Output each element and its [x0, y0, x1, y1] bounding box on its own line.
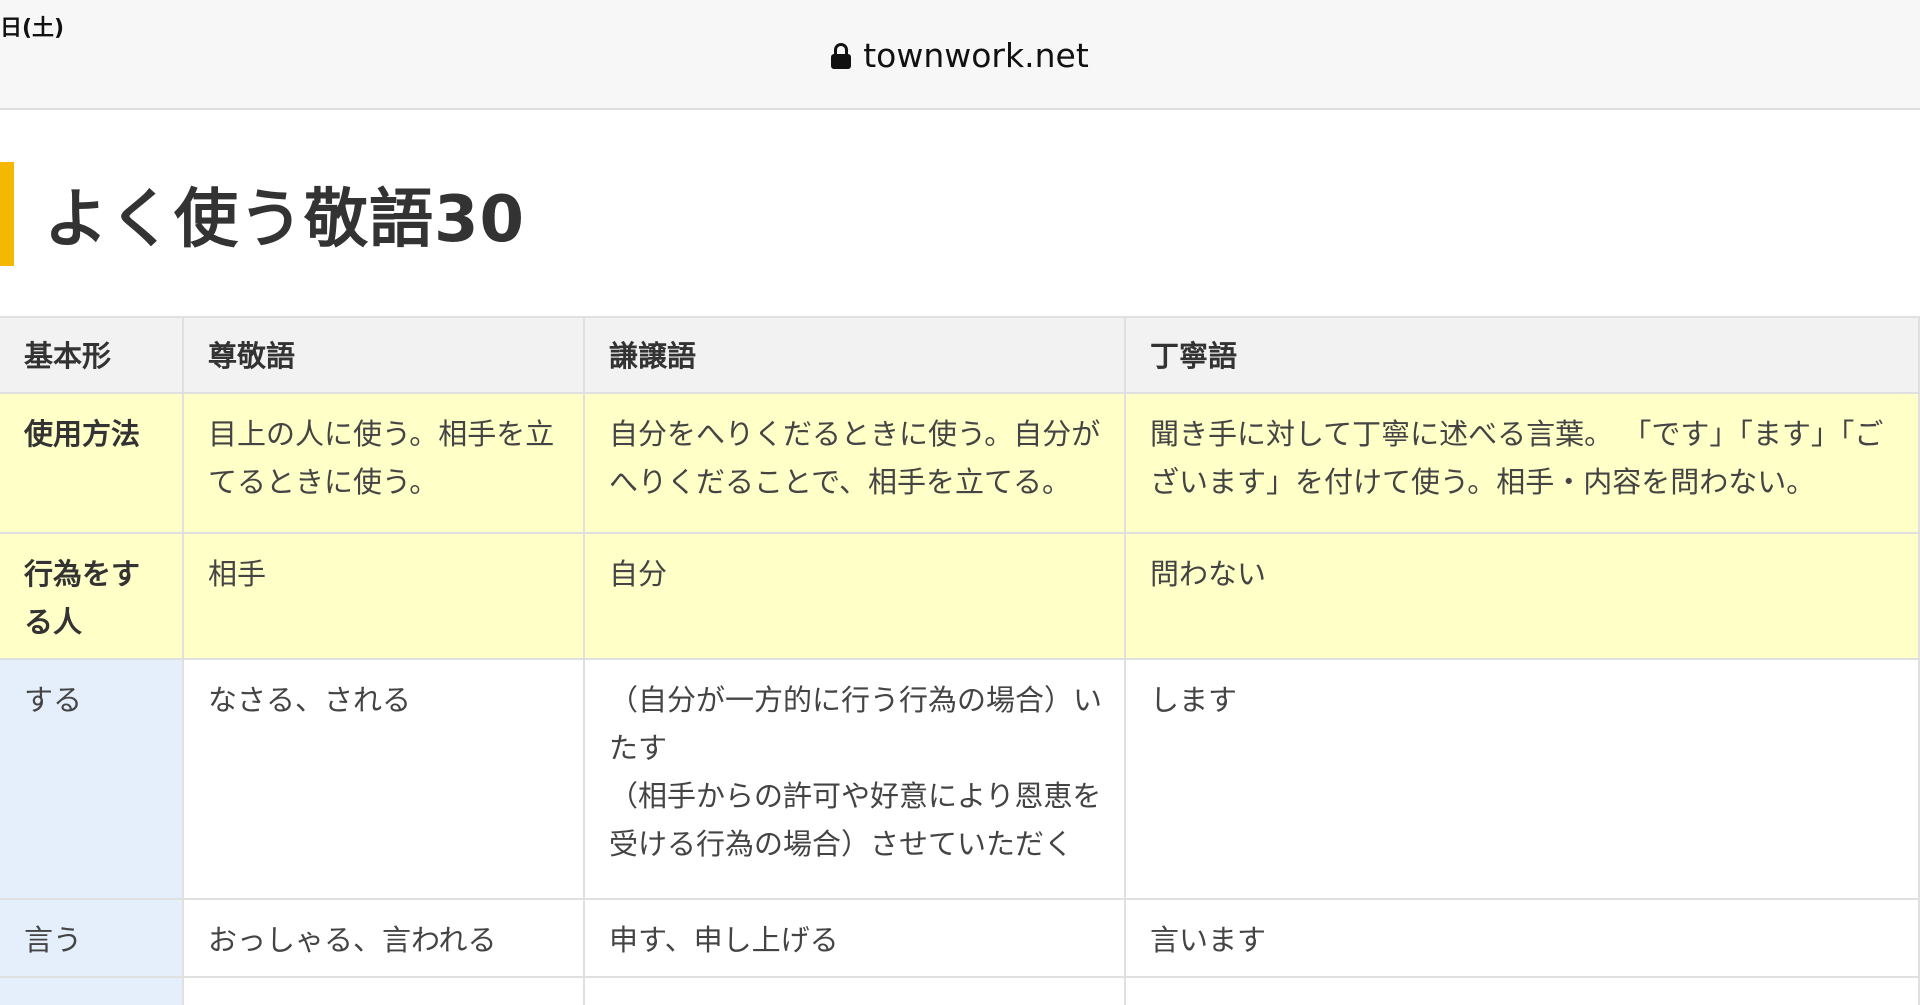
page: 日(土) townwork.net よく使う敬語30 基本形 尊敬語 謙譲語 丁… — [0, 0, 1920, 1005]
table-row: 使用方法 目上の人に使う。相手を立てるときに使う。 自分をへりくだるときに使う。… — [0, 392, 1920, 534]
kenjougo-cell — [583, 976, 1126, 1005]
table-row: する なさる、される （自分が一方的に行う行為の場合）いたす （相手からの許可や… — [0, 658, 1920, 900]
sonkeigo-cell: おっしゃる、言われる — [182, 898, 585, 978]
sonkeigo-cell: 相手 — [182, 532, 585, 660]
header-cell-teineigo: 丁寧語 — [1124, 316, 1920, 394]
page-title: よく使う敬語30 — [44, 183, 526, 257]
keigo-table: 基本形 尊敬語 謙譲語 丁寧語 使用方法 目上の人に使う。相手を立てるときに使う… — [0, 316, 1920, 1005]
header-cell-sonkeigo: 尊敬語 — [182, 316, 585, 394]
address-bar[interactable]: townwork.net — [0, 36, 1920, 75]
teineigo-cell: 言います — [1124, 898, 1920, 978]
sonkeigo-cell: なさる、される — [182, 658, 585, 900]
table-row: 言う おっしゃる、言われる 申す、申し上げる 言います — [0, 898, 1920, 978]
address-domain[interactable]: townwork.net — [863, 36, 1089, 75]
row-key-cell: 言う — [0, 898, 184, 978]
kenjougo-cell: 自分をへりくだるときに使う。自分がへりくだることで、相手を立てる。 — [583, 392, 1126, 534]
kenjougo-cell: （自分が一方的に行う行為の場合）いたす （相手からの許可や好意により恩恵を受ける… — [583, 658, 1126, 900]
teineigo-cell — [1124, 976, 1920, 1005]
browser-top-bar: 日(土) townwork.net — [0, 0, 1920, 110]
header-cell-basic: 基本形 — [0, 316, 184, 394]
header-cell-kenjougo: 謙譲語 — [583, 316, 1126, 394]
table-row-partial — [0, 976, 1920, 1005]
kenjougo-cell: 自分 — [583, 532, 1126, 660]
teineigo-cell: します — [1124, 658, 1920, 900]
sonkeigo-cell — [182, 976, 585, 1005]
teineigo-cell: 聞き手に対して丁寧に述べる言葉。 「です」「ます」「ございます」を付けて使う。相… — [1124, 392, 1920, 534]
row-key-cell: する — [0, 658, 184, 900]
row-key-cell — [0, 976, 184, 1005]
heading-accent-bar — [0, 162, 14, 266]
sonkeigo-cell: 目上の人に使う。相手を立てるときに使う。 — [182, 392, 585, 534]
table-row: 行為をする人 相手 自分 問わない — [0, 532, 1920, 660]
row-key-cell: 使用方法 — [0, 392, 184, 534]
lock-icon — [831, 42, 852, 69]
table-header-row: 基本形 尊敬語 謙譲語 丁寧語 — [0, 316, 1920, 394]
section-heading: よく使う敬語30 — [0, 162, 525, 266]
row-key-cell: 行為をする人 — [0, 532, 184, 660]
kenjougo-cell: 申す、申し上げる — [583, 898, 1126, 978]
teineigo-cell: 問わない — [1124, 532, 1920, 660]
